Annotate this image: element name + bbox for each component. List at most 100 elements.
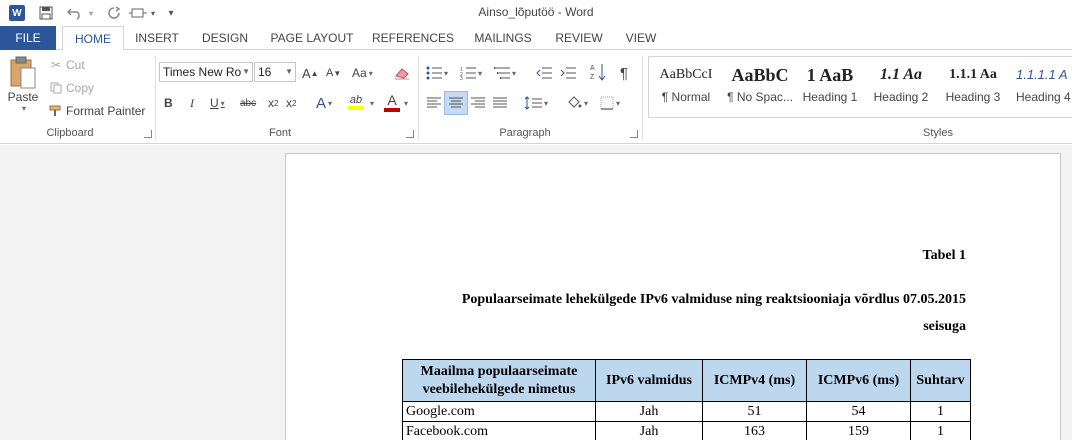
- style-heading-2[interactable]: 1.1 Aa Heading 2: [866, 60, 936, 110]
- strikethrough-button[interactable]: abc: [240, 94, 256, 112]
- sort-icon: AZ: [590, 64, 606, 81]
- table-row: Facebook.com Jah 163 159 1: [402, 421, 971, 440]
- table-cell[interactable]: 163: [702, 421, 807, 440]
- cut-button[interactable]: ✂ Cut: [48, 56, 85, 74]
- shrink-font-button[interactable]: A ▼: [326, 64, 341, 82]
- table-cell[interactable]: 51: [702, 401, 807, 422]
- change-case-icon: Aa: [352, 66, 367, 80]
- align-right-button[interactable]: [470, 94, 486, 112]
- bullets-icon: [426, 66, 442, 80]
- shrink-font-icon: A: [326, 67, 334, 79]
- chevron-down-icon: ▾: [616, 98, 621, 108]
- line-spacing-button[interactable]: ▾: [524, 94, 548, 112]
- borders-button[interactable]: ▾: [600, 94, 620, 112]
- style-heading-1[interactable]: 1 AaB Heading 1: [795, 60, 865, 110]
- decrease-indent-button[interactable]: [536, 64, 552, 82]
- style-heading-4-preview: 1.1.1.1 A: [1016, 67, 1068, 82]
- tab-insert[interactable]: INSERT: [128, 26, 186, 50]
- copy-button[interactable]: Copy: [48, 79, 94, 97]
- bullets-button[interactable]: ▾: [426, 64, 448, 82]
- increase-indent-button[interactable]: [560, 64, 576, 82]
- italic-button[interactable]: I: [190, 94, 194, 112]
- style-no-spacing[interactable]: AaBbC ¶ No Spac...: [725, 60, 795, 110]
- chevron-down-icon: ▾: [584, 98, 589, 108]
- chevron-down-icon: ▾: [512, 68, 517, 78]
- table-cell[interactable]: Jah: [595, 401, 703, 422]
- clear-formatting-button[interactable]: [394, 64, 410, 82]
- paragraph-group-label: Paragraph: [499, 127, 551, 139]
- shading-button[interactable]: ▾: [566, 94, 588, 112]
- font-color-swatch: [384, 108, 400, 112]
- table-cell[interactable]: Facebook.com: [402, 421, 596, 440]
- grow-font-icon: A: [302, 65, 311, 81]
- chevron-down-icon: ▼: [242, 67, 250, 76]
- text-effects-icon: A: [316, 94, 327, 112]
- format-painter-button[interactable]: Format Painter: [48, 102, 145, 120]
- scissors-icon: ✂: [50, 58, 62, 72]
- tab-view[interactable]: VIEW: [618, 26, 664, 50]
- document-area[interactable]: Tabel 1 Populaarseimate lehekülgede IPv6…: [0, 145, 1072, 440]
- paste-label: Paste: [7, 90, 39, 104]
- tab-home[interactable]: HOME: [62, 26, 124, 51]
- highlight-dropdown[interactable]: ▾: [368, 94, 374, 112]
- tab-references[interactable]: REFERENCES: [370, 26, 456, 50]
- tab-review[interactable]: REVIEW: [550, 26, 608, 50]
- style-heading-4-label: Heading 4: [1016, 90, 1071, 104]
- table-cell[interactable]: Jah: [595, 421, 703, 440]
- grow-font-button[interactable]: A ▲: [302, 64, 319, 82]
- clipboard-group-label: Clipboard: [46, 127, 94, 139]
- font-size-select[interactable]: 16 ▼: [254, 62, 296, 82]
- tab-design[interactable]: DESIGN: [196, 26, 254, 50]
- comparison-table[interactable]: Maailma populaarseimate veebilehekülgede…: [402, 359, 971, 440]
- style-normal[interactable]: AaBbCcI ¶ Normal: [651, 60, 721, 110]
- font-color-button[interactable]: A: [384, 92, 400, 114]
- bold-button[interactable]: B: [164, 94, 173, 112]
- sort-button[interactable]: AZ: [590, 62, 606, 82]
- font-family-select[interactable]: Times New Ro ▼: [159, 62, 253, 82]
- group-divider: [418, 56, 419, 140]
- table-cell[interactable]: Google.com: [402, 401, 596, 422]
- font-color-dropdown[interactable]: ▾: [402, 94, 408, 112]
- multilevel-list-button[interactable]: ▾: [494, 64, 516, 82]
- decrease-indent-icon: [536, 67, 552, 79]
- align-center-button[interactable]: [444, 91, 468, 115]
- text-effects-button[interactable]: A ▾: [316, 94, 332, 112]
- ribbon: Paste ▾ ✂ Cut Copy Format Painter Clipbo…: [0, 50, 1072, 144]
- paste-button[interactable]: Paste ▾: [6, 56, 40, 122]
- paste-dropdown-icon[interactable]: ▾: [22, 104, 26, 113]
- highlight-button[interactable]: ab: [348, 94, 364, 112]
- show-formatting-button[interactable]: ¶: [620, 64, 628, 82]
- eraser-icon: [394, 66, 410, 80]
- align-left-button[interactable]: [426, 94, 442, 112]
- style-normal-preview: AaBbCcI: [659, 67, 713, 82]
- style-heading-3[interactable]: 1.1.1 Aa Heading 3: [938, 60, 1008, 110]
- numbering-button[interactable]: 123 ▾: [460, 64, 482, 82]
- justify-button[interactable]: [492, 94, 508, 112]
- group-divider: [155, 56, 156, 140]
- table-cell[interactable]: 1: [910, 421, 971, 440]
- table-cell[interactable]: 159: [806, 421, 911, 440]
- change-case-button[interactable]: Aa ▾: [352, 64, 373, 82]
- tab-page-layout[interactable]: PAGE LAYOUT: [266, 26, 358, 50]
- style-heading-2-preview: 1.1 Aa: [879, 66, 923, 83]
- style-normal-label: ¶ Normal: [661, 90, 711, 104]
- paintbrush-icon: [48, 105, 64, 117]
- table-header-row: Maailma populaarseimate veebilehekülgede…: [402, 359, 971, 402]
- superscript-button[interactable]: x2: [286, 94, 296, 112]
- underline-button[interactable]: U ▾: [210, 94, 225, 112]
- table-cell[interactable]: 54: [806, 401, 911, 422]
- tab-file[interactable]: FILE: [0, 26, 56, 50]
- header-icmpv6: ICMPv6 (ms): [806, 359, 911, 402]
- subscript-button[interactable]: x2: [268, 94, 278, 112]
- chevron-down-icon: ▾: [404, 98, 409, 108]
- style-heading-4[interactable]: 1.1.1.1 A Heading 4: [1010, 60, 1072, 110]
- tab-mailings[interactable]: MAILINGS: [468, 26, 538, 50]
- document-page[interactable]: Tabel 1 Populaarseimate lehekülgede IPv6…: [285, 153, 1061, 440]
- paragraph-launcher-icon[interactable]: [630, 130, 638, 138]
- font-launcher-icon[interactable]: [406, 130, 414, 138]
- numbering-icon: 123: [460, 67, 476, 80]
- table-cell[interactable]: 1: [910, 401, 971, 422]
- chevron-down-icon: ▼: [285, 67, 293, 76]
- clipboard-launcher-icon[interactable]: [144, 130, 152, 138]
- style-heading-3-label: Heading 3: [945, 90, 1001, 104]
